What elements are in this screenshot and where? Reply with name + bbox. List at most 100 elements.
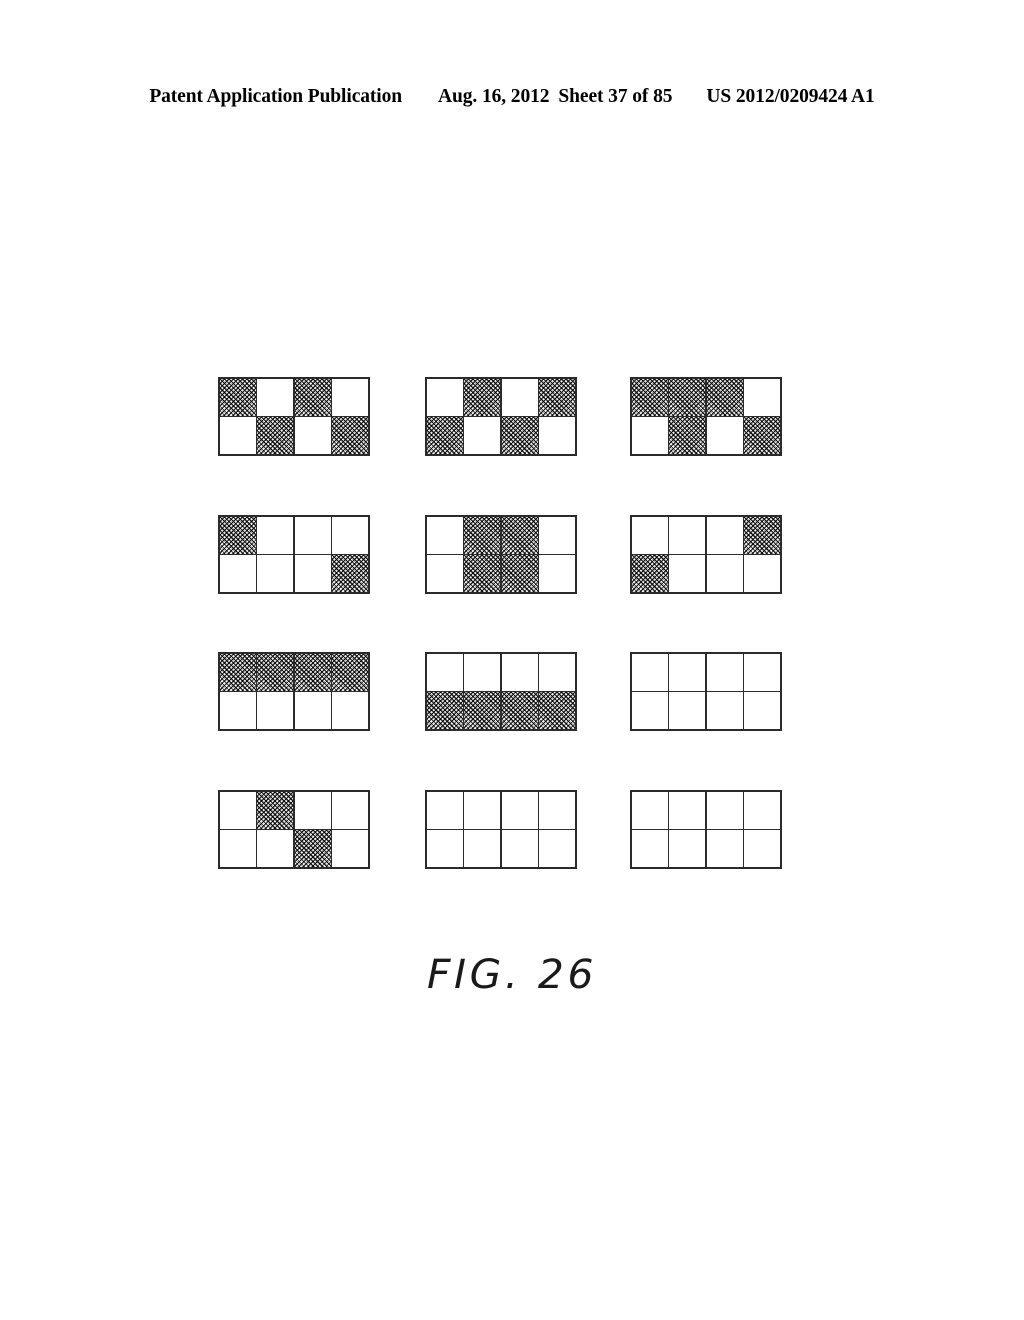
grid-11-cell-r1c2: [464, 791, 501, 829]
grid-4-cell-r2c4: [332, 555, 369, 593]
grid-7-cell-r1c2: [257, 653, 294, 691]
grid-12-cell-r2c4: [744, 830, 781, 868]
grid-11-cell-r2c3: [501, 830, 538, 868]
hatch-grid-6: [630, 515, 782, 594]
grid-8-cell-r1c4: [539, 653, 576, 691]
grid-12-cell-r1c1: [631, 791, 668, 829]
grid-3-cell-r1c3: [706, 378, 743, 416]
grid-1-cell-r1c3: [294, 378, 331, 416]
grid-8-cell-r1c1: [426, 653, 463, 691]
grid-2-cell-r1c4: [539, 378, 576, 416]
grid-6-cell-r2c4: [744, 555, 781, 593]
hatch-grid-7: [218, 652, 370, 731]
grid-3-cell-r2c1: [631, 417, 668, 455]
grid-8-cell-r2c4: [539, 692, 576, 730]
hatch-grid-1: [218, 377, 370, 456]
grid-6-cell-r2c1: [631, 555, 668, 593]
grid-6-cell-r1c3: [706, 516, 743, 554]
grid-8-cell-r2c1: [426, 692, 463, 730]
grid-1-cell-r2c2: [257, 417, 294, 455]
grid-6-cell-r2c3: [706, 555, 743, 593]
grid-5-cell-r2c3: [501, 555, 538, 593]
grid-12-cell-r2c3: [706, 830, 743, 868]
hatch-grid-9: [630, 652, 782, 731]
grid-12-cell-r1c4: [744, 791, 781, 829]
grid-7-cell-r2c2: [257, 692, 294, 730]
hatch-grid-3: [630, 377, 782, 456]
grid-1-cell-r2c4: [332, 417, 369, 455]
grid-2-cell-r2c1: [426, 417, 463, 455]
grid-10-cell-r2c1: [219, 830, 256, 868]
grid-10-cell-r1c3: [294, 791, 331, 829]
hatch-grid-11: [425, 790, 577, 869]
grid-3-cell-r1c4: [744, 378, 781, 416]
grid-4-cell-r2c1: [219, 555, 256, 593]
grid-3-cell-r2c2: [669, 417, 706, 455]
grid-4-cell-r2c2: [257, 555, 294, 593]
grid-8-cell-r1c3: [501, 653, 538, 691]
grid-7-cell-r1c1: [219, 653, 256, 691]
grid-2-cell-r1c3: [501, 378, 538, 416]
grid-5-cell-r2c4: [539, 555, 576, 593]
grid-12-cell-r1c3: [706, 791, 743, 829]
figure-26-diagram: [0, 0, 1024, 1320]
grid-6-cell-r1c1: [631, 516, 668, 554]
grid-3-cell-r2c4: [744, 417, 781, 455]
grid-2-cell-r1c1: [426, 378, 463, 416]
grid-4-cell-r1c4: [332, 516, 369, 554]
grid-2-cell-r1c2: [464, 378, 501, 416]
grid-6-cell-r1c4: [744, 516, 781, 554]
grid-5-cell-r1c2: [464, 516, 501, 554]
grid-10-cell-r1c4: [332, 791, 369, 829]
grid-1-cell-r1c2: [257, 378, 294, 416]
grid-11-cell-r2c4: [539, 830, 576, 868]
grid-9-cell-r1c1: [631, 653, 668, 691]
grid-10-cell-r2c4: [332, 830, 369, 868]
grid-9-cell-r2c1: [631, 692, 668, 730]
grid-10-cell-r1c2: [257, 791, 294, 829]
grid-11-cell-r1c4: [539, 791, 576, 829]
grid-7-cell-r2c3: [294, 692, 331, 730]
grid-9-cell-r2c2: [669, 692, 706, 730]
grid-7-cell-r1c4: [332, 653, 369, 691]
grid-4-cell-r1c1: [219, 516, 256, 554]
grid-5-cell-r2c1: [426, 555, 463, 593]
grid-3-cell-r1c2: [669, 378, 706, 416]
grid-4-cell-r1c3: [294, 516, 331, 554]
grid-8-cell-r2c3: [501, 692, 538, 730]
grid-6-cell-r1c2: [669, 516, 706, 554]
grid-11-cell-r2c2: [464, 830, 501, 868]
grid-9-cell-r1c3: [706, 653, 743, 691]
grid-12-cell-r1c2: [669, 791, 706, 829]
hatch-grid-10: [218, 790, 370, 869]
grid-12-cell-r2c2: [669, 830, 706, 868]
grid-10-cell-r2c2: [257, 830, 294, 868]
grid-7-cell-r1c3: [294, 653, 331, 691]
grid-10-cell-r1c1: [219, 791, 256, 829]
grid-4-cell-r1c2: [257, 516, 294, 554]
grid-2-cell-r2c3: [501, 417, 538, 455]
grid-1-cell-r2c1: [219, 417, 256, 455]
grid-9-cell-r2c3: [706, 692, 743, 730]
grid-1-cell-r2c3: [294, 417, 331, 455]
grid-11-cell-r2c1: [426, 830, 463, 868]
hatch-grid-8: [425, 652, 577, 731]
grid-10-cell-r2c3: [294, 830, 331, 868]
grid-9-cell-r1c4: [744, 653, 781, 691]
grid-3-cell-r1c1: [631, 378, 668, 416]
hatch-grid-2: [425, 377, 577, 456]
grid-9-cell-r1c2: [669, 653, 706, 691]
grid-12-cell-r2c1: [631, 830, 668, 868]
grid-4-cell-r2c3: [294, 555, 331, 593]
grid-9-cell-r2c4: [744, 692, 781, 730]
grid-2-cell-r2c4: [539, 417, 576, 455]
hatch-grid-4: [218, 515, 370, 594]
grid-5-cell-r1c3: [501, 516, 538, 554]
grid-1-cell-r1c4: [332, 378, 369, 416]
grid-8-cell-r1c2: [464, 653, 501, 691]
grid-5-cell-r1c1: [426, 516, 463, 554]
grid-1-cell-r1c1: [219, 378, 256, 416]
figure-caption: FIG. 26: [427, 952, 597, 998]
grid-2-cell-r2c2: [464, 417, 501, 455]
grid-7-cell-r2c4: [332, 692, 369, 730]
